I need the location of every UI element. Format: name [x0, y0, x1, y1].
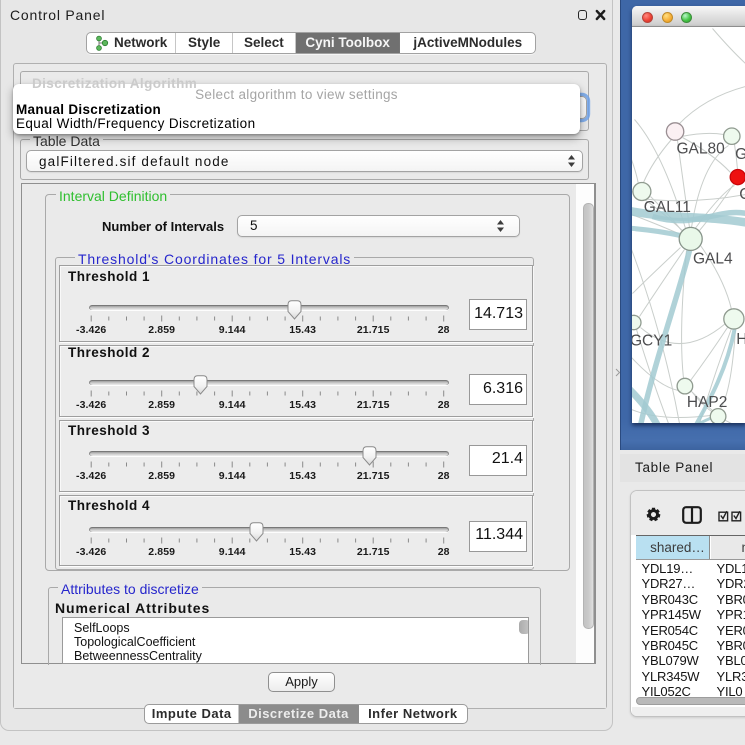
svg-text:GA: GA: [735, 146, 745, 163]
svg-text:HAP2: HAP2: [686, 394, 727, 411]
svg-text:C: C: [739, 185, 745, 202]
svg-text:H: H: [736, 331, 745, 348]
svg-text:GAL4: GAL4: [693, 250, 733, 267]
svg-text:GAL11: GAL11: [643, 199, 690, 216]
svg-text:GCY1: GCY1: [632, 332, 672, 349]
svg-text:GAL80: GAL80: [676, 140, 725, 157]
